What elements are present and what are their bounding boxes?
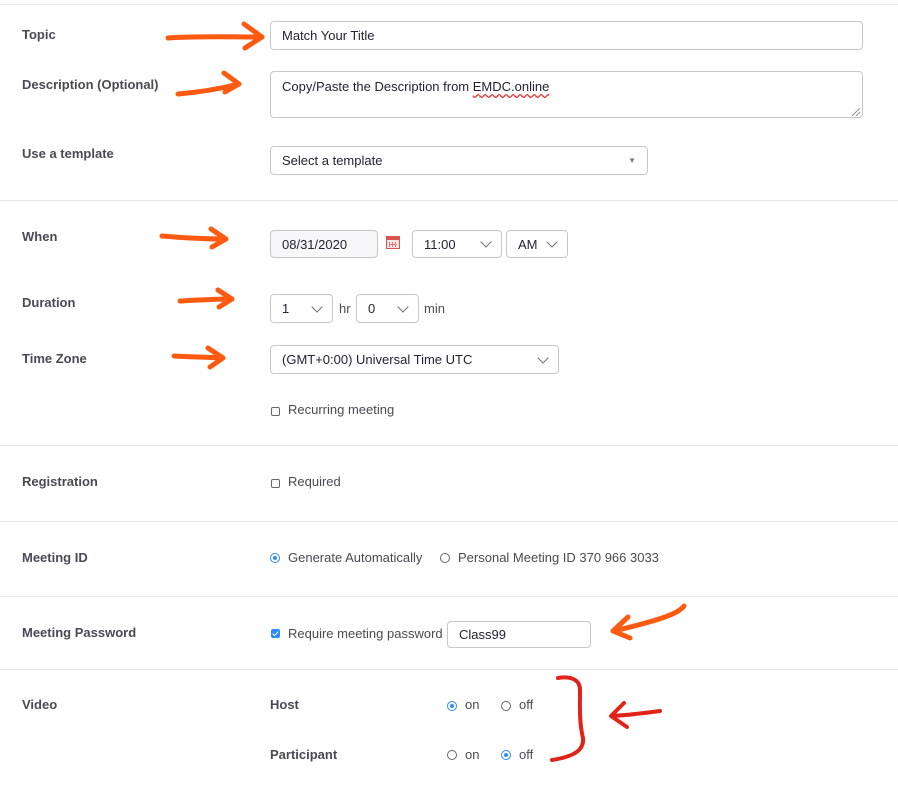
dropdown-arrow-icon: ▼ [628, 156, 636, 165]
host-label: Host [270, 697, 299, 712]
ampm-value: AM [518, 236, 538, 252]
duration-hours-select[interactable]: 1 [270, 294, 333, 323]
recurring-label: Recurring meeting [288, 402, 395, 417]
require-password-checkbox[interactable] [271, 629, 280, 638]
timezone-select[interactable]: (GMT+0:00) Universal Time UTC [270, 345, 559, 374]
chevron-down-icon [397, 300, 409, 313]
annotation-overlay [159, 21, 687, 762]
participant-video-on-label: on [465, 747, 480, 762]
description-link-text: EMDC.online [472, 79, 550, 94]
section-divider [0, 445, 898, 446]
minutes-unit-label: min [424, 301, 445, 316]
chevron-down-icon [311, 300, 323, 313]
arrow-timezone-icon [171, 345, 226, 370]
host-video-on-radio[interactable] [447, 701, 457, 711]
textarea-resize-handle[interactable] [852, 108, 860, 116]
require-password-label: Require meeting password [288, 626, 443, 641]
registration-label: Registration [22, 474, 98, 489]
calendar-icon[interactable] [386, 236, 400, 249]
date-value: 08/31/2020 [282, 236, 348, 252]
generate-automatically-radio[interactable] [270, 553, 280, 563]
password-input[interactable] [447, 621, 591, 648]
time-select[interactable]: 11:00 [412, 230, 502, 258]
minutes-value: 0 [368, 301, 376, 316]
arrow-topic-icon [165, 21, 265, 51]
topic-label: Topic [22, 27, 56, 42]
personal-meeting-id-label: Personal Meeting ID 370 966 3033 [458, 550, 659, 565]
host-video-on-label: on [465, 697, 480, 712]
meeting-id-label: Meeting ID [22, 550, 88, 565]
description-textarea[interactable]: Copy/Paste the Description from EMDC.onl… [270, 71, 863, 118]
description-label: Description (Optional) [22, 77, 159, 92]
participant-video-on-radio[interactable] [447, 750, 457, 760]
when-label: When [22, 229, 58, 244]
personal-meeting-id-radio[interactable] [440, 553, 450, 563]
host-video-off-label: off [519, 697, 534, 712]
timezone-value: (GMT+0:00) Universal Time UTC [282, 352, 473, 367]
template-select-value: Select a template [282, 153, 383, 168]
description-text: Copy/Paste the Description from [282, 79, 473, 94]
recurring-checkbox[interactable] [271, 407, 280, 416]
section-divider [0, 669, 898, 670]
arrow-password-icon [610, 603, 687, 641]
generate-automatically-label: Generate Automatically [288, 550, 423, 565]
template-select[interactable]: Select a template ▼ [270, 146, 648, 175]
date-input[interactable]: 08/31/2020 [270, 230, 378, 258]
chevron-down-icon [537, 351, 549, 364]
section-divider [0, 521, 898, 522]
host-video-off-radio[interactable] [501, 701, 511, 711]
chevron-down-icon [480, 236, 492, 248]
arrow-video-icon [609, 701, 662, 729]
template-label: Use a template [22, 146, 114, 161]
top-divider [0, 4, 898, 5]
hours-value: 1 [282, 301, 290, 316]
meeting-password-label: Meeting Password [22, 625, 137, 640]
arrow-when-icon [159, 226, 229, 250]
timezone-label: Time Zone [22, 351, 87, 366]
participant-video-off-radio[interactable] [501, 750, 511, 760]
registration-required-checkbox[interactable] [271, 479, 280, 488]
participant-video-off-label: off [519, 747, 534, 762]
section-divider [0, 200, 898, 201]
duration-label: Duration [22, 295, 76, 310]
arrow-duration-icon [177, 287, 235, 310]
time-value: 11:00 [424, 236, 456, 252]
hours-unit-label: hr [339, 301, 351, 316]
bracket-icon [550, 675, 586, 762]
chevron-down-icon [546, 236, 558, 248]
duration-minutes-select[interactable]: 0 [356, 294, 419, 323]
ampm-select[interactable]: AM [506, 230, 568, 258]
section-divider [0, 596, 898, 597]
video-label: Video [22, 697, 58, 712]
arrow-description-icon [175, 70, 242, 97]
participant-label: Participant [270, 747, 338, 762]
registration-required-label: Required [288, 474, 341, 489]
topic-input[interactable] [270, 21, 863, 50]
